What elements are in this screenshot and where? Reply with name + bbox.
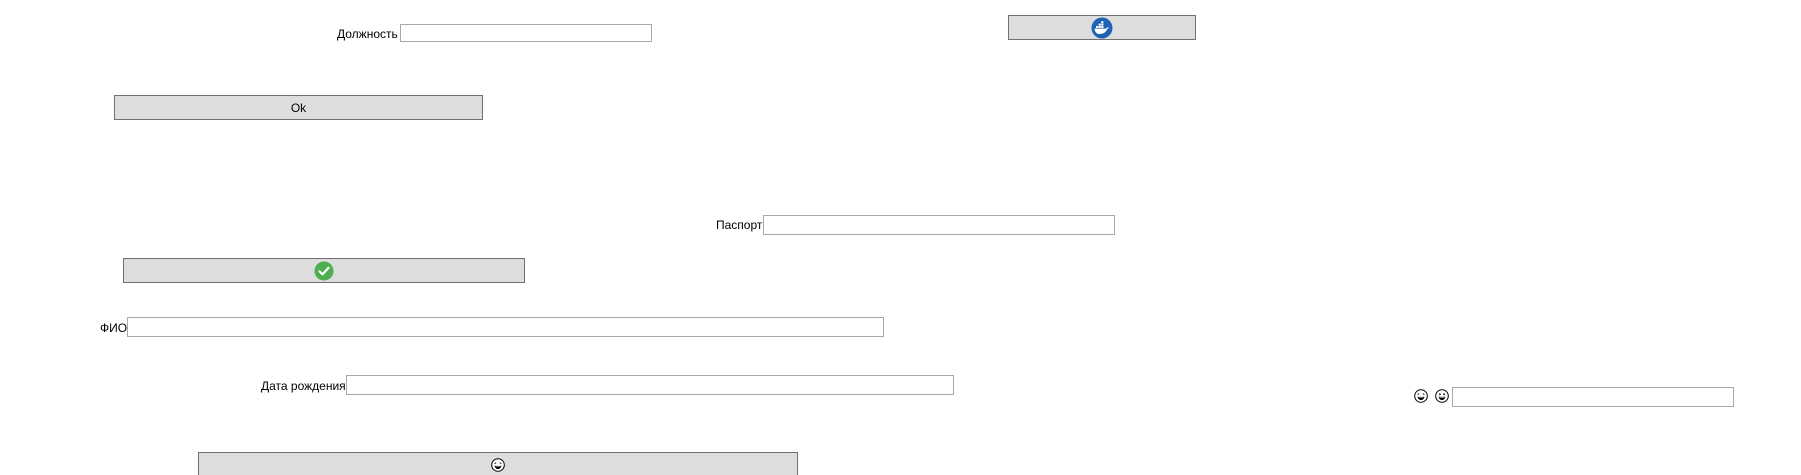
laughing-face-icon xyxy=(491,457,505,472)
position-field[interactable] xyxy=(400,24,652,42)
check-circle-icon xyxy=(314,261,334,281)
confirm-button[interactable] xyxy=(123,258,525,283)
form-canvas: Должность Ok Паспорт ФИО Дата рождения xyxy=(0,0,1801,475)
emoji-button[interactable] xyxy=(198,452,798,475)
laughing-face-icon xyxy=(1414,389,1428,403)
grinning-face-icon xyxy=(1435,389,1449,403)
docker-whale-icon xyxy=(1091,17,1113,39)
fio-label: ФИО xyxy=(100,321,128,335)
passport-label: Паспорт xyxy=(716,218,763,232)
ok-button[interactable]: Ok xyxy=(114,95,483,120)
ok-button-label: Ok xyxy=(290,100,307,115)
passport-field[interactable] xyxy=(763,215,1115,235)
docker-button[interactable] xyxy=(1008,15,1196,40)
position-label: Должность xyxy=(337,27,398,41)
birthdate-field[interactable] xyxy=(346,375,954,395)
emoji-field[interactable] xyxy=(1452,387,1734,407)
birthdate-label: Дата рождения xyxy=(261,379,346,393)
fio-field[interactable] xyxy=(127,317,884,337)
